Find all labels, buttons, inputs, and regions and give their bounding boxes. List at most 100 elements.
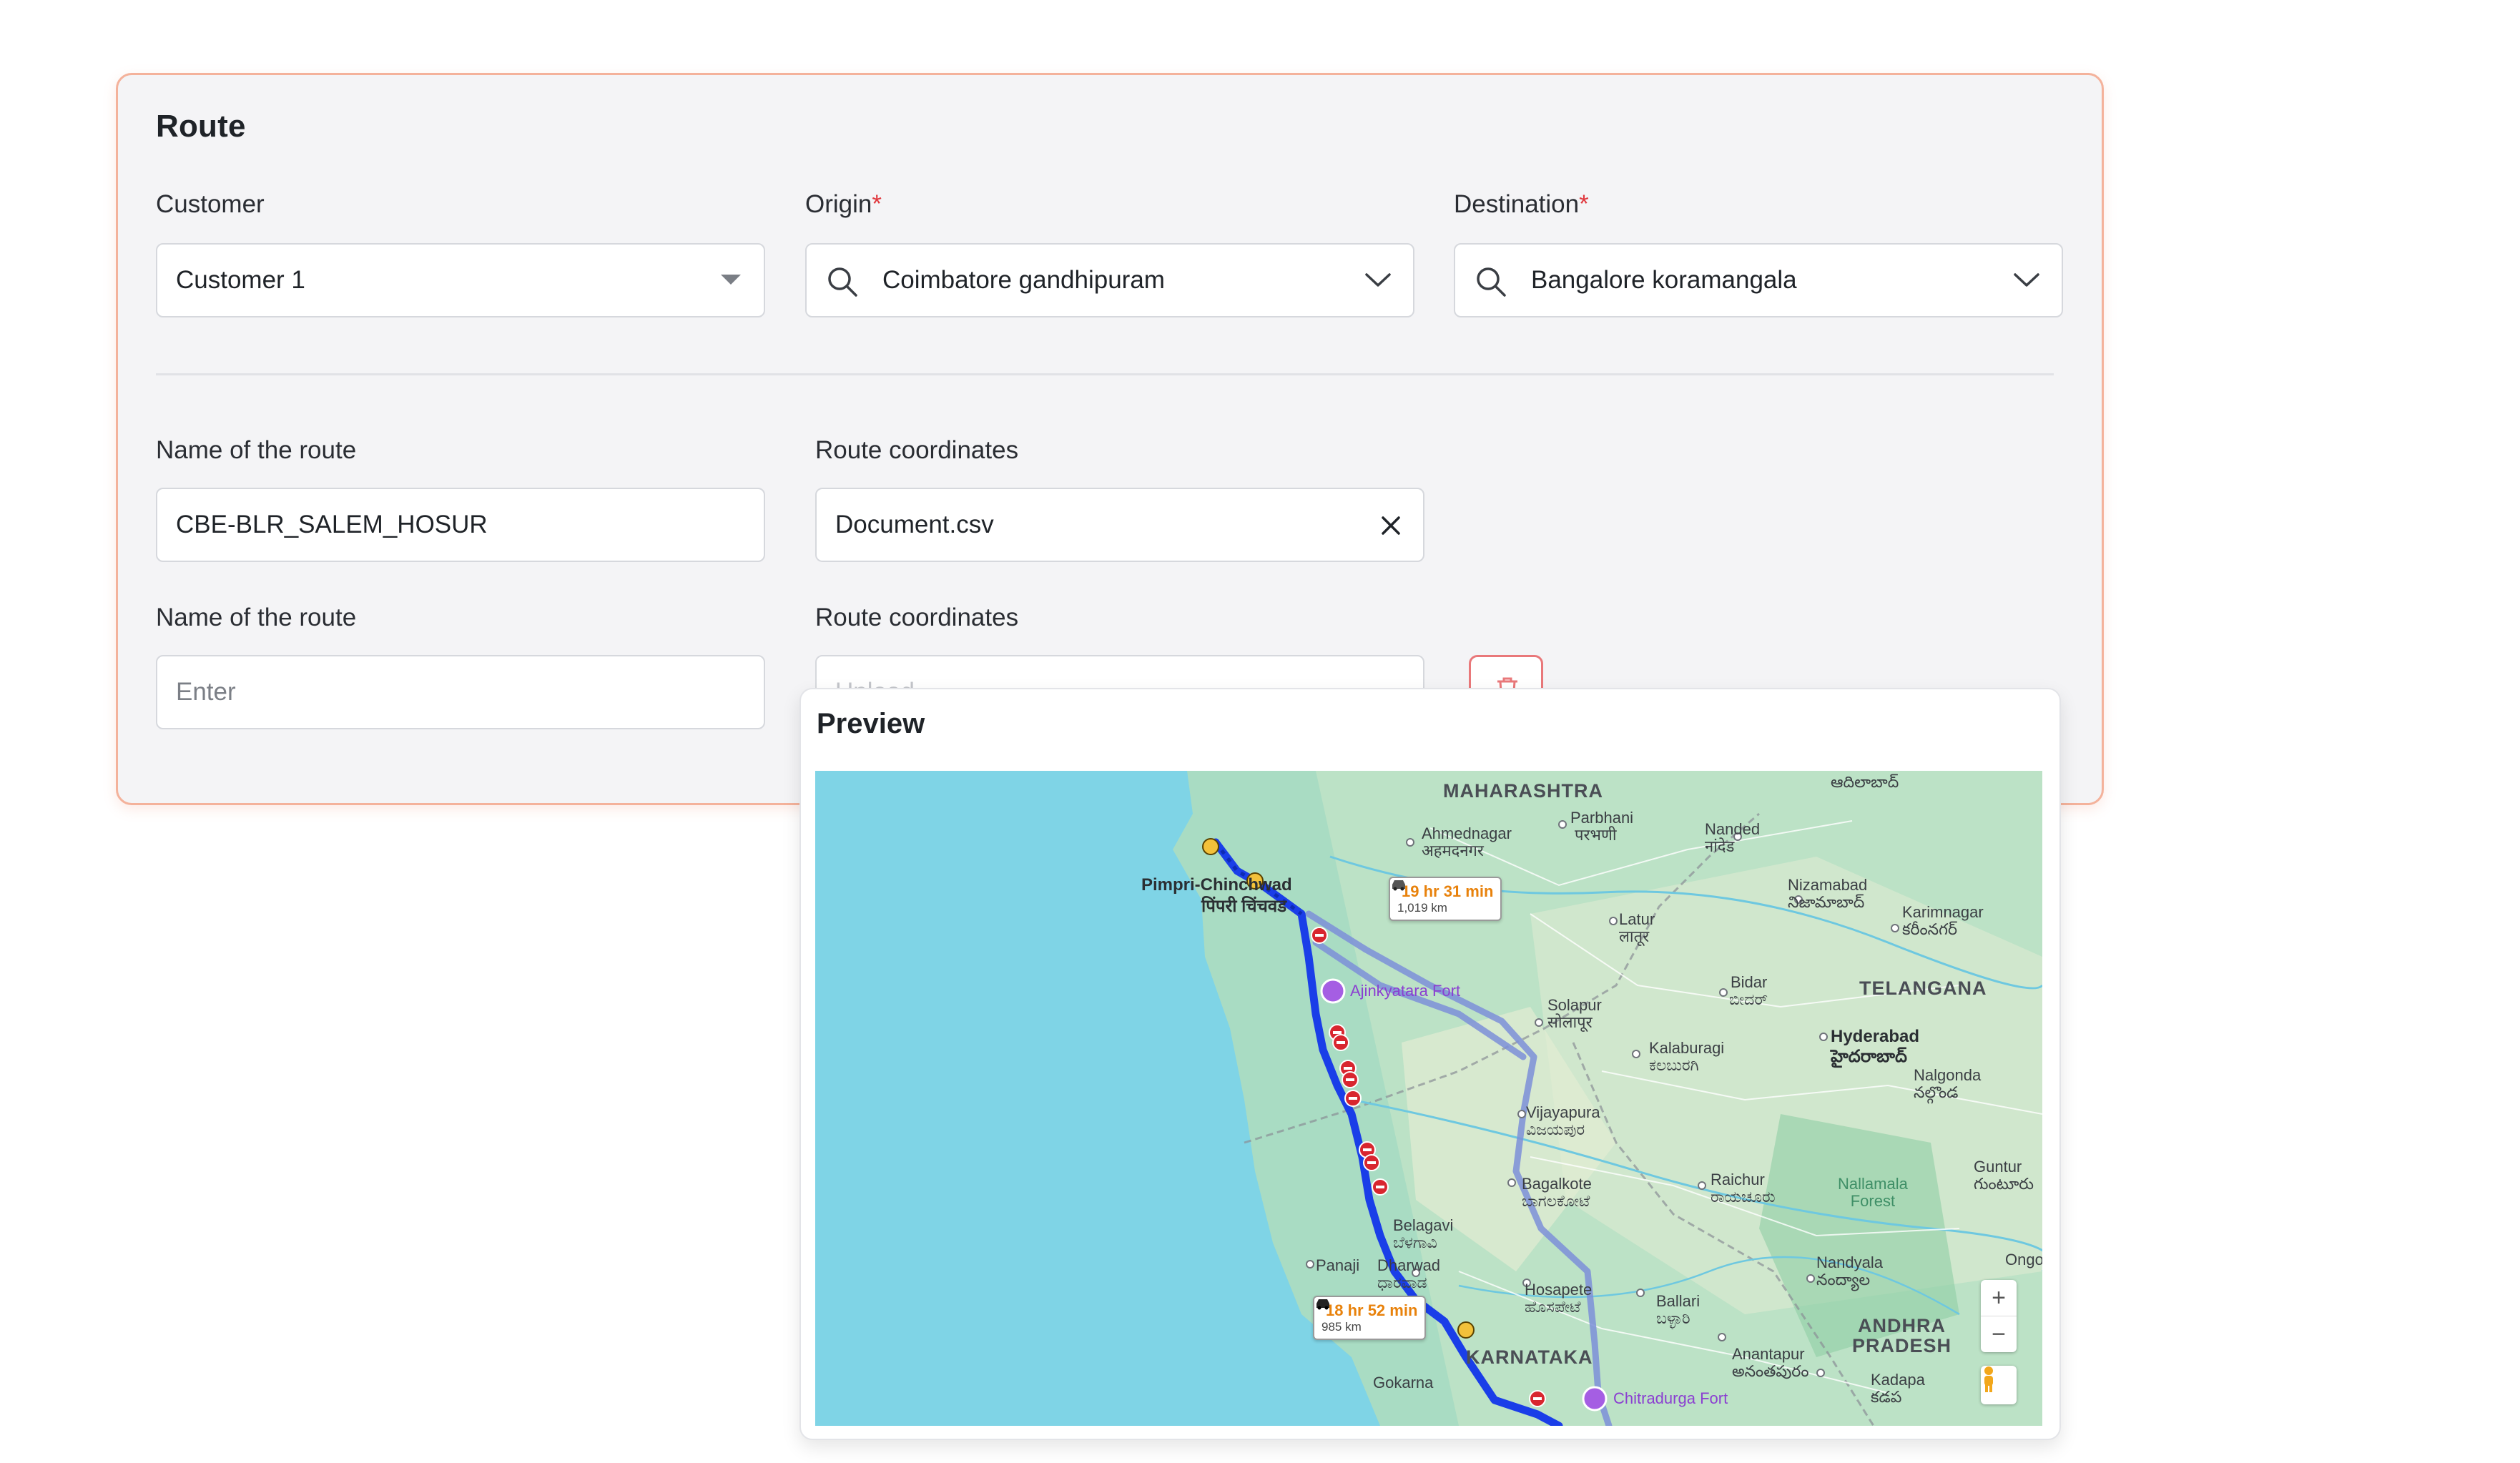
map-label-vijayapura-local: ವಿಜಯಪುರ — [1526, 1120, 1585, 1138]
route-coordinates-label: Route coordinates — [815, 604, 1019, 631]
chevron-down-icon — [1364, 272, 1392, 292]
map-label-maharashtra: MAHARASHTRA — [1443, 780, 1603, 802]
map-label-gokarna: Gokarna — [1373, 1374, 1434, 1391]
map-label-bidar-local: ಬೀದರ್ — [1729, 990, 1768, 1008]
close-icon[interactable] — [1380, 515, 1402, 540]
route-option-distance: 985 km — [1321, 1320, 1362, 1334]
search-icon — [827, 266, 858, 301]
map-label-latur-local: लातूर — [1619, 927, 1650, 945]
origin-label: Origin* — [805, 190, 882, 219]
map-label-solapur: Solapur — [1547, 996, 1602, 1014]
map-label-nanded-local: नांदेड — [1705, 837, 1735, 855]
map-label-belagavi: Belagavi — [1393, 1216, 1454, 1234]
route-name-placeholder: Enter — [176, 678, 236, 706]
preview-title: Preview — [817, 708, 925, 739]
map-label-parbhani-local: परभणी — [1575, 826, 1617, 844]
origin-select[interactable]: Coimbatore gandhipuram — [805, 243, 1414, 317]
origin-value: Coimbatore gandhipuram — [882, 266, 1165, 294]
map-label-nandyala: Nandyala — [1816, 1253, 1883, 1271]
caret-down-icon — [719, 273, 742, 291]
map-label-raichur-local: ರಾಯಚೂರು — [1711, 1188, 1776, 1206]
route-name-input[interactable]: CBE-BLR_SALEM_HOSUR — [156, 488, 765, 562]
preview-popover: Preview MAHARASHTRA KARNATAKA TELANGANA … — [799, 688, 2061, 1440]
map-label-dharwad: Dharwad — [1377, 1256, 1441, 1274]
map-label-latur: Latur — [1619, 910, 1655, 928]
map-label-ballari: Ballari — [1656, 1292, 1700, 1310]
route-option-callout[interactable]: 19 hr 31 min 1,019 km — [1389, 877, 1502, 921]
map-label-adilabad: ఆదిలాబాద్ — [1831, 773, 1899, 791]
map-label-anantapur: Anantapur — [1732, 1345, 1805, 1363]
map-label-anantapur-local: అనంతపురం — [1732, 1362, 1809, 1380]
map-label-guntur-local: గుంటూరు — [1974, 1175, 2034, 1193]
route-option-time: 19 hr 31 min — [1402, 882, 1494, 900]
zoom-in-icon[interactable]: + — [1981, 1280, 2017, 1316]
section-divider — [156, 373, 2054, 375]
route-option-distance: 1,019 km — [1397, 901, 1447, 915]
map-label-dharwad-local: ಧಾರವಾಡ — [1377, 1274, 1427, 1291]
route-option-callout[interactable]: 18 hr 52 min 985 km — [1313, 1296, 1427, 1340]
route-coordinates-upload[interactable]: Document.csv — [815, 488, 1424, 562]
required-mark: * — [872, 190, 882, 218]
map-label-ballari-local: ಬಳ್ಳಾರಿ — [1656, 1309, 1690, 1327]
destination-select[interactable]: Bangalore koramangala — [1454, 243, 2063, 317]
map-label-bagalkote: Bagalkote — [1522, 1175, 1592, 1193]
map-label-nallamala: Nallamala Forest — [1838, 1175, 1908, 1210]
map-label-nanded: Nanded — [1705, 820, 1761, 838]
map-label-karimnagar: Karimnagar — [1902, 903, 1984, 921]
required-mark: * — [1579, 190, 1589, 218]
customer-label: Customer — [156, 190, 265, 218]
uploaded-file-name: Document.csv — [835, 511, 994, 538]
map-label-andhra-pradesh: ANDHRA PRADESH — [1852, 1315, 1952, 1356]
zoom-out-icon[interactable]: − — [1981, 1316, 2017, 1352]
map-label-pimpri-local: पिंपरी चिंचवड — [1201, 897, 1287, 916]
map-poi-ajinkyatara[interactable]: Ajinkyatara Fort — [1350, 982, 1460, 1000]
map-label-kalaburagi: Kalaburagi — [1649, 1039, 1725, 1057]
map-label-karimnagar-local: కరీంనగర్ — [1902, 920, 1958, 938]
map-label-nandyala-local: నంద్యాల — [1816, 1271, 1871, 1289]
chevron-down-icon — [2013, 272, 2040, 292]
destination-label-text: Destination — [1454, 190, 1580, 218]
map-label-kadapa: Kadapa — [1871, 1371, 1925, 1389]
map-label-hospete-local: ಹೊಸಪೇಟೆ — [1525, 1298, 1581, 1316]
map-label-panaji: Panaji — [1316, 1256, 1360, 1274]
map-label-hyderabad-local: హైదరాబాద్ — [1831, 1047, 1907, 1066]
zoom-controls: + − — [1981, 1280, 2017, 1352]
route-coordinates-label: Route coordinates — [815, 436, 1019, 464]
search-icon — [1475, 266, 1507, 301]
map-label-belagavi-local: ಬೆಳಗಾವಿ — [1393, 1233, 1437, 1251]
destination-label: Destination* — [1454, 190, 1589, 219]
map-label-ahmednagar-local: अहमदनगर — [1422, 842, 1484, 859]
route-name-label: Name of the route — [156, 436, 357, 464]
customer-select[interactable]: Customer 1 — [156, 243, 765, 317]
route-option-time: 18 hr 52 min — [1326, 1301, 1418, 1319]
map-label-ongole: Ongo — [2005, 1251, 2042, 1269]
map-label-nizamabad-local: నిజామాబాద్ — [1788, 893, 1865, 911]
map-poi-chitradurga[interactable]: Chitradurga Fort — [1613, 1390, 1728, 1407]
route-map[interactable]: MAHARASHTRA KARNATAKA TELANGANA ANDHRA P… — [815, 771, 2042, 1426]
map-label-ahmednagar: Ahmednagar — [1422, 824, 1512, 842]
map-label-solapur-local: सोलापूर — [1547, 1013, 1593, 1031]
map-label-hospete: Hosapete — [1525, 1281, 1593, 1299]
route-name-input[interactable]: Enter — [156, 655, 765, 729]
map-label-nizamabad: Nizamabad — [1788, 876, 1868, 894]
map-label-pimpri: Pimpri-Chinchwad — [1141, 875, 1292, 895]
map-label-karnataka: KARNATAKA — [1466, 1346, 1593, 1368]
map-label-raichur: Raichur — [1711, 1171, 1765, 1188]
map-label-vijayapura: Vijayapura — [1526, 1103, 1600, 1121]
customer-value: Customer 1 — [176, 266, 305, 294]
map-label-kadapa-local: కడప — [1871, 1388, 1902, 1406]
map-label-parbhani: Parbhani — [1570, 809, 1634, 827]
section-title: Route — [156, 109, 246, 144]
route-name-value: CBE-BLR_SALEM_HOSUR — [176, 511, 488, 538]
pegman-icon[interactable] — [1981, 1366, 2017, 1404]
map-label-kalaburagi-local: ಕಲಬುರಗಿ — [1649, 1056, 1699, 1074]
map-label-nalgonda-local: నల్గొండ — [1914, 1083, 1959, 1101]
map-label-bidar: Bidar — [1731, 973, 1768, 991]
map-label-telangana: TELANGANA — [1859, 977, 1987, 999]
map-label-guntur: Guntur — [1974, 1158, 2022, 1176]
destination-value: Bangalore koramangala — [1531, 266, 1797, 294]
map-label-nalgonda: Nalgonda — [1914, 1066, 1982, 1084]
map-label-bagalkote-local: ಬಾಗಲಕೋಟೆ — [1522, 1192, 1590, 1210]
map-label-hyderabad: Hyderabad — [1831, 1027, 1920, 1046]
route-name-label: Name of the route — [156, 604, 357, 631]
